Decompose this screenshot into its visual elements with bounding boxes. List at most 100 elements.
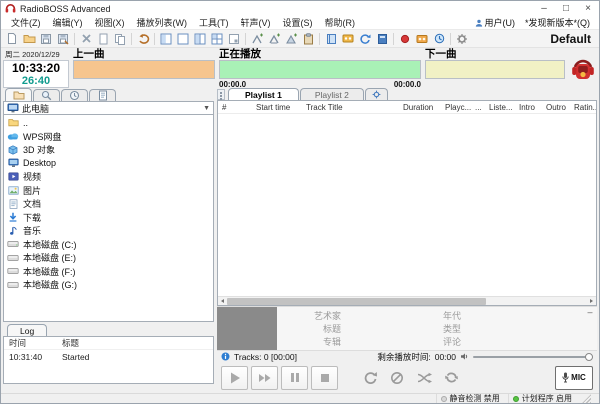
menu-tools[interactable]: 工具(T) [193,16,235,29]
tree-item-disk-g[interactable]: 本地磁盘 (G:) [4,278,213,292]
splitter-grip[interactable] [217,89,225,100]
menu-file[interactable]: 文件(Z) [5,16,47,29]
column-track-title[interactable]: Track Title [302,103,399,112]
tree-item-downloads[interactable]: 下载 [4,211,213,225]
settings-gear-icon[interactable] [454,31,470,46]
menu-view[interactable]: 视图(X) [89,16,131,29]
clipboard-icon[interactable] [300,31,316,46]
tree-item-desktop[interactable]: Desktop [4,157,213,171]
log-row[interactable]: 10:31:40 Started [4,350,213,363]
disable-button[interactable] [385,366,409,390]
collapse-info-button[interactable]: – [583,307,597,350]
transport-bar: MIC [217,362,597,393]
refresh-icon[interactable] [357,31,373,46]
tab-file-browser[interactable] [5,88,32,101]
shuffle-button[interactable] [412,366,436,390]
scroll-right-icon[interactable] [587,297,596,306]
mic-button[interactable]: MIC [555,366,593,390]
blank-page-icon[interactable] [95,31,111,46]
menu-settings[interactable]: 设置(S) [277,16,319,29]
add-playlist-1-icon[interactable] [249,31,265,46]
volume-knob[interactable] [585,353,593,361]
profile-name[interactable]: Default [550,32,596,46]
catalog-icon[interactable] [374,31,390,46]
tree-item-disk-e[interactable]: 本地磁盘 (E:) [4,251,213,265]
cart-wall-icon[interactable] [340,31,356,46]
tree-item-up[interactable]: .. [4,116,213,130]
new-document-icon[interactable] [4,31,20,46]
copy-icon[interactable] [112,31,128,46]
play-button[interactable] [221,366,248,390]
pane-layout-columns-icon[interactable] [192,31,208,46]
undo-icon[interactable] [135,31,151,46]
open-folder-icon[interactable] [21,31,37,46]
tree-item-wps-cloud[interactable]: WPS网盘 [4,130,213,144]
jingle-icon[interactable] [414,31,430,46]
scroll-left-icon[interactable] [218,297,227,306]
pane-layout-grid-icon[interactable] [209,31,225,46]
location-value: 此电脑 [22,102,200,115]
album-art-placeholder [217,307,277,350]
pause-button[interactable] [281,366,308,390]
scheduler-clock-icon[interactable] [431,31,447,46]
scheduler-status[interactable]: 计划程序 启用 [508,394,576,403]
menu-user[interactable]: 用户(U) [470,16,521,29]
tree-item-music[interactable]: 音乐 [4,224,213,238]
menu-playlist[interactable]: 播放列表(W) [131,16,194,29]
album-value [341,335,401,348]
column-number[interactable]: # [218,103,252,112]
close-button[interactable]: × [577,1,599,16]
tree-item-videos[interactable]: 视频 [4,170,213,184]
music-library-icon[interactable] [323,31,339,46]
column-outro[interactable]: Outro [542,103,570,112]
tab-playlist-2[interactable]: Playlist 2 [300,88,364,100]
record-icon[interactable] [397,31,413,46]
horizontal-scrollbar[interactable] [218,296,596,305]
column-start-time[interactable]: Start time [252,103,302,112]
location-dropdown[interactable]: 此电脑 ▼ [3,101,214,115]
now-playing-display[interactable] [219,60,421,79]
silence-detection-status[interactable]: 静音检测 禁用 [436,394,504,403]
previous-track-display[interactable] [73,60,215,79]
volume-slider[interactable] [473,353,593,361]
menu-help[interactable]: 帮助(R) [319,16,362,29]
maximize-button[interactable]: □ [555,1,577,16]
column-intro[interactable]: Intro [515,103,542,112]
minimize-button[interactable]: – [533,1,555,16]
tab-playlist-1[interactable]: Playlist 1 [228,88,299,100]
scrollbar-thumb[interactable] [227,298,486,305]
column-more[interactable]: ... [471,103,485,112]
save-as-icon[interactable] [55,31,71,46]
tree-item-pictures[interactable]: 图片 [4,184,213,198]
add-playlist-3-icon[interactable] [283,31,299,46]
menu-edit[interactable]: 编辑(Y) [47,16,89,29]
column-rating[interactable]: Ratin... [570,103,596,112]
tree-item-documents[interactable]: 文档 [4,197,213,211]
tab-search[interactable] [33,89,60,101]
pane-layout-compact-icon[interactable] [226,31,242,46]
column-duration[interactable]: Duration [399,103,441,112]
column-listeners[interactable]: Liste... [485,103,515,112]
tree-item-disk-c[interactable]: 本地磁盘 (C:) [4,238,213,252]
column-playcount[interactable]: Playc... [441,103,471,112]
next-track-display[interactable] [425,60,565,79]
tree-item-disk-f[interactable]: 本地磁盘 (F:) [4,265,213,279]
playlist-body[interactable] [218,114,596,296]
delete-icon[interactable] [78,31,94,46]
pane-layout-split-icon[interactable] [158,31,174,46]
menu-voice[interactable]: 轩声(V) [235,16,277,29]
tab-history[interactable] [61,89,88,101]
stop-button[interactable] [311,366,338,390]
add-playlist-2-icon[interactable] [266,31,282,46]
repeat-button[interactable] [439,366,463,390]
tab-playlist-options[interactable] [365,88,388,100]
pane-layout-single-icon[interactable] [175,31,191,46]
restart-button[interactable] [358,366,382,390]
next-track-button[interactable] [251,366,278,390]
tab-reports[interactable] [89,89,116,101]
resize-grip[interactable] [582,394,591,403]
menu-update-notice[interactable]: *发现新版本*(Q) [520,16,595,29]
tree-item-3d-objects[interactable]: 3D 对象 [4,143,213,157]
tab-log[interactable]: Log [7,324,47,336]
save-icon[interactable] [38,31,54,46]
